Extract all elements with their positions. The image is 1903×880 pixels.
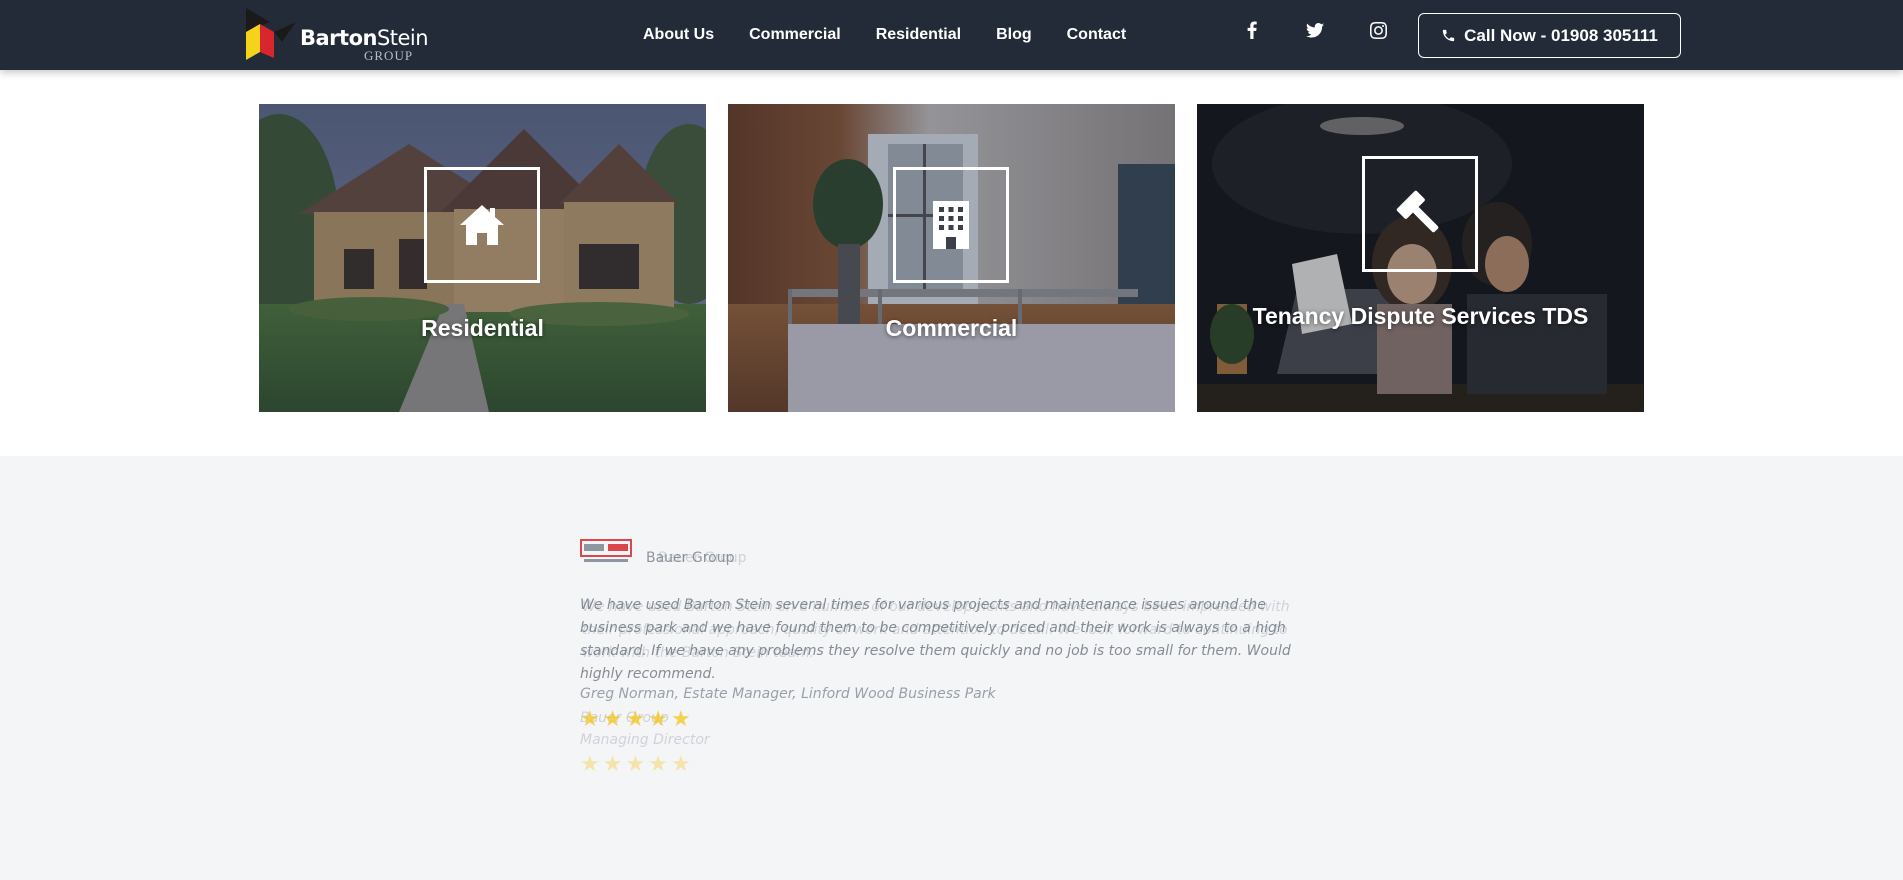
star-rating: ★ ★ ★ ★ ★	[580, 754, 691, 776]
testimonial-author-role: Managing Director	[580, 732, 710, 748]
call-now-label: Call Now - 01908 305111	[1464, 25, 1658, 45]
star-icon: ★	[602, 752, 623, 777]
service-title-commercial: Commercial	[885, 315, 1018, 341]
office-building-icon	[933, 201, 969, 249]
star-icon: ★	[670, 752, 691, 777]
facebook-icon[interactable]	[1240, 18, 1264, 42]
commercial-icon-frame	[893, 167, 1009, 283]
logo-wordmark: BartonStein	[300, 26, 429, 50]
star-icon: ★	[602, 707, 623, 732]
star-icon: ★	[670, 707, 691, 732]
house-icon	[460, 205, 504, 245]
star-icon: ★	[648, 707, 668, 732]
service-title-tds: Tenancy Dispute Services TDS	[1252, 303, 1589, 329]
service-card-residential[interactable]: Residential	[259, 104, 706, 412]
logo-subtitle: GROUP	[364, 48, 414, 63]
barton-stein-logo[interactable]: BartonStein GROUP	[246, 8, 429, 63]
nav-commercial[interactable]: Commercial	[749, 26, 841, 44]
logo-cube-icon	[246, 8, 296, 60]
star-icon: ★	[648, 752, 668, 777]
twitter-icon[interactable]	[1303, 18, 1327, 42]
star-rating: ★ ★ ★ ★ ★	[580, 709, 691, 731]
tds-icon-frame	[1362, 156, 1478, 272]
service-card-tds[interactable]: Tenancy Dispute Services TDS	[1197, 104, 1644, 412]
nav-about-us[interactable]: About Us	[643, 26, 714, 44]
phone-icon	[1443, 29, 1455, 42]
nav-residential[interactable]: Residential	[876, 26, 961, 44]
service-card-commercial[interactable]: Commercial	[728, 104, 1175, 412]
nav-blog[interactable]: Blog	[996, 26, 1032, 44]
call-now-button[interactable]: Call Now - 01908 305111	[1418, 13, 1681, 58]
testimonial-company: Bauer Group	[646, 550, 735, 566]
star-icon: ★	[580, 752, 600, 777]
nav-contact[interactable]: Contact	[1067, 26, 1127, 44]
star-icon: ★	[625, 752, 646, 777]
service-title-residential: Residential	[421, 315, 544, 341]
testimonial-author: Greg Norman, Estate Manager, Linford Woo…	[580, 686, 996, 702]
residential-icon-frame	[424, 167, 540, 283]
star-icon: ★	[580, 707, 600, 732]
bauer-group-logo	[580, 539, 632, 562]
testimonials-section: Bauer Group We have used Barton Stein on…	[0, 456, 1903, 880]
instagram-icon[interactable]	[1366, 18, 1390, 42]
main-nav: About Us Commercial Residential Blog Con…	[643, 0, 1126, 70]
site-header: BartonStein GROUP About Us Commercial Re…	[0, 0, 1903, 70]
star-icon: ★	[625, 707, 646, 732]
testimonial-quote: We have used Barton Stein several times …	[580, 597, 1291, 682]
gavel-icon	[1396, 190, 1439, 233]
